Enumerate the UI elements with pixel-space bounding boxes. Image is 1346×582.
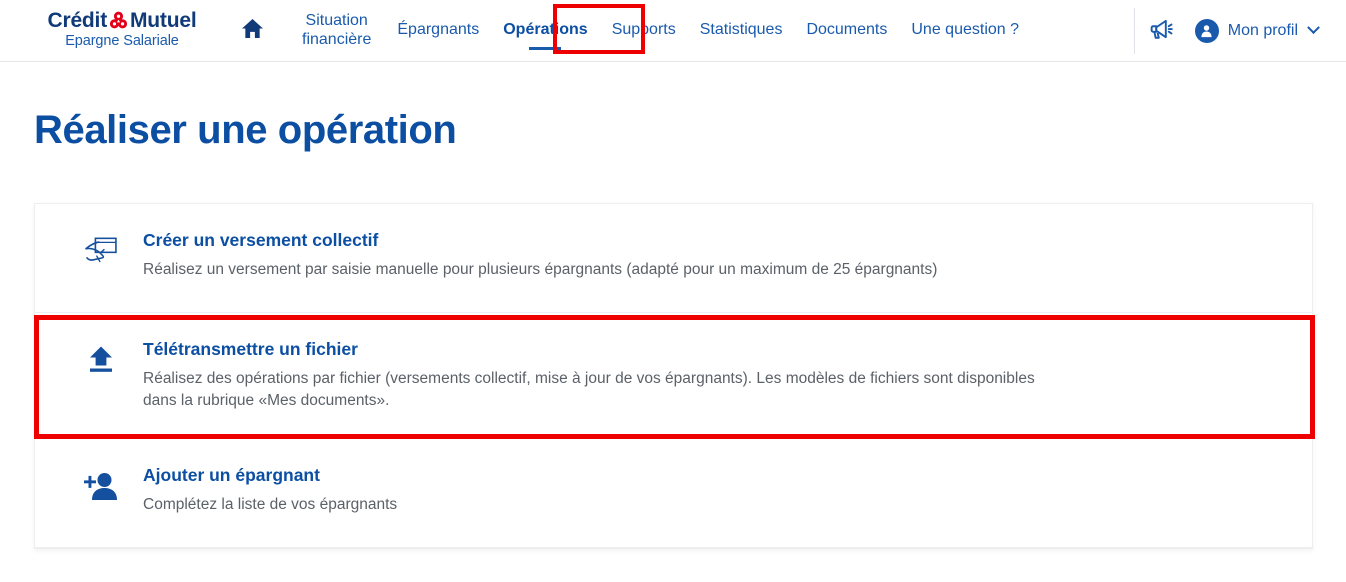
upload-icon (88, 345, 114, 378)
card-body: Ajouter un épargnant Complétez la liste … (137, 465, 1282, 516)
operations-card-list: Créer un versement collectif Réalisez un… (34, 203, 1315, 549)
card-title: Ajouter un épargnant (143, 464, 320, 485)
brand-logo-mutuel: Mutuel (130, 9, 197, 33)
add-person-icon (83, 471, 119, 506)
announcements-button[interactable] (1139, 8, 1185, 54)
card-icon-wrapper (65, 465, 137, 506)
card-body: Créer un versement collectif Réalisez un… (137, 230, 1282, 281)
nav-item-operations[interactable]: Opérations (491, 0, 599, 62)
card-description: Réalisez des opérations par fichier (ver… (143, 369, 1035, 409)
card-body: Télétransmettre un fichier Réalisez des … (137, 339, 1282, 412)
nav-label-documents: Documents (806, 21, 888, 39)
nav-label-operations: Opérations (503, 21, 588, 39)
brand-logo-credit: Crédit (47, 9, 108, 33)
credit-mutuel-symbol-icon (109, 11, 128, 30)
page-title: Réaliser une opération (34, 108, 457, 152)
nav-label-epargnants: Épargnants (397, 21, 480, 39)
chevron-down-icon (1307, 21, 1320, 35)
card-title: Télétransmettre un fichier (143, 339, 358, 359)
profile-label: Mon profil (1227, 21, 1298, 39)
profile-menu-button[interactable]: Mon profil (1185, 18, 1346, 43)
nav-label-supports: Supports (611, 21, 676, 39)
brand-logo[interactable]: Crédit Mutuel Epargne Salariale (0, 10, 210, 50)
user-avatar-icon (1194, 18, 1219, 43)
operation-card-teletransmettre-un-fichier[interactable]: Télétransmettre un fichier Réalisez des … (35, 313, 1312, 439)
card-icon-wrapper (65, 339, 137, 378)
nav-item-documents[interactable]: Documents (794, 0, 899, 62)
nav-item-statistiques[interactable]: Statistiques (688, 0, 795, 62)
megaphone-icon (1149, 18, 1174, 44)
card-title: Créer un versement collectif (143, 230, 379, 250)
top-header: Crédit Mutuel Epargne Salariale Situatio… (0, 0, 1346, 62)
card-icon-wrapper (65, 230, 137, 269)
nav-label-une-question: Une question ? (911, 21, 1020, 39)
home-button[interactable] (224, 18, 280, 44)
nav-item-supports[interactable]: Supports (600, 0, 688, 62)
operation-card-creer-un-versement-collectif[interactable]: Créer un versement collectif Réalisez un… (35, 204, 1312, 313)
card-description: Réalisez un versement par saisie manuell… (143, 260, 938, 278)
hand-writing-card-icon (84, 236, 118, 269)
operation-card-ajouter-un-epargnant[interactable]: Ajouter un épargnant Complétez la liste … (35, 438, 1312, 548)
nav-item-situation-financiere[interactable]: Situation financière (288, 0, 385, 62)
brand-logo-line1: Crédit Mutuel (48, 10, 197, 31)
card-description: Complétez la liste de vos épargnants (143, 495, 398, 513)
main-navigation: Situation financière Épargnants Opération… (288, 0, 1031, 62)
nav-item-une-question[interactable]: Une question ? (899, 0, 1031, 62)
main-content: Réaliser une opération Créer un versemen… (0, 62, 1346, 549)
nav-active-underline (529, 46, 562, 50)
nav-label-situation-financiere: Situation financière (302, 12, 372, 48)
home-icon (241, 18, 264, 44)
nav-label-statistiques: Statistiques (699, 21, 783, 39)
header-divider (1133, 7, 1135, 54)
header-right-actions: Mon profil (1118, 0, 1346, 62)
brand-logo-subtitle: Epargne Salariale (65, 33, 179, 50)
nav-item-epargnants[interactable]: Épargnants (385, 0, 491, 62)
